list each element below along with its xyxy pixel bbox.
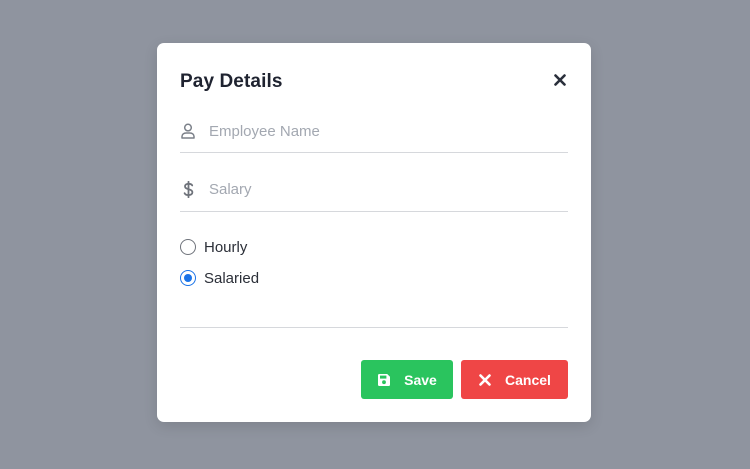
dollar-icon [180, 180, 196, 198]
employee-name-field [180, 113, 568, 153]
employee-name-input[interactable] [209, 119, 559, 143]
close-icon [554, 74, 566, 86]
cancel-label: Cancel [505, 371, 551, 388]
pay-details-modal: Pay Details Hourly Salaried [157, 43, 591, 422]
save-label: Save [404, 371, 437, 388]
salary-field [180, 171, 568, 212]
footer-divider [180, 327, 568, 328]
save-button[interactable]: Save [361, 360, 453, 399]
radio-hourly-circle[interactable] [180, 239, 196, 255]
x-icon [478, 373, 492, 387]
radio-salaried[interactable]: Salaried [180, 268, 259, 288]
close-button[interactable] [551, 71, 569, 89]
radio-hourly[interactable]: Hourly [180, 237, 247, 257]
user-icon [180, 122, 196, 140]
radio-hourly-label: Hourly [204, 238, 248, 256]
modal-title: Pay Details [180, 71, 283, 92]
radio-salaried-label: Salaried [204, 269, 260, 287]
radio-salaried-circle[interactable] [180, 270, 196, 286]
floppy-disk-icon [377, 373, 391, 387]
salary-input[interactable] [209, 177, 559, 201]
cancel-button[interactable]: Cancel [461, 360, 568, 399]
